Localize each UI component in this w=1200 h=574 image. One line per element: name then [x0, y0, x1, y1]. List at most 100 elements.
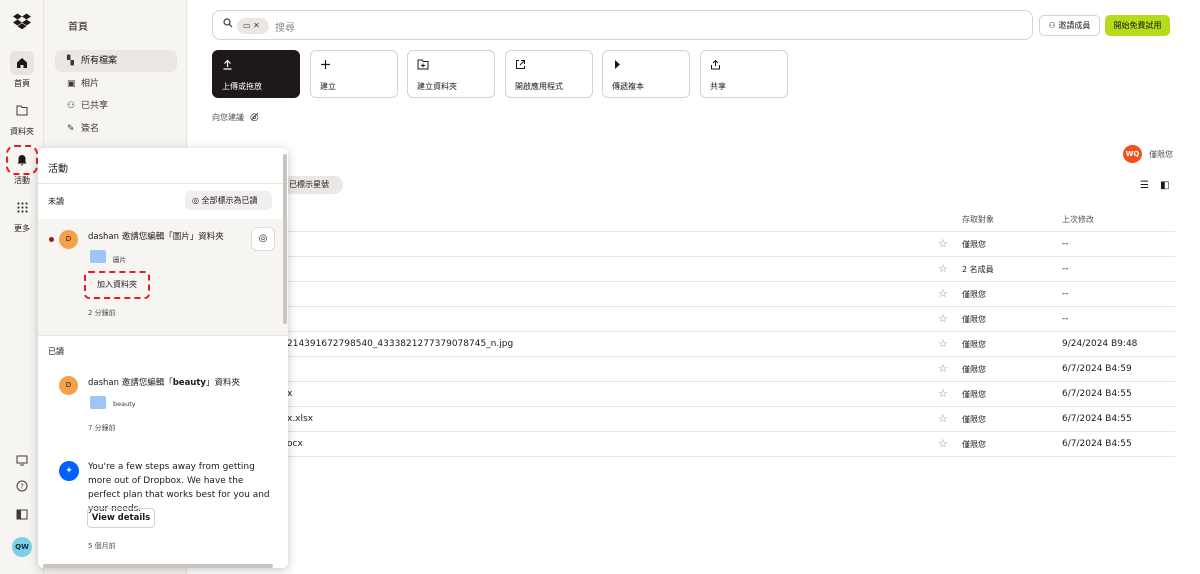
access-value: 2 名成員: [962, 265, 994, 274]
share-button[interactable]: 共享: [700, 50, 788, 98]
action-label: 建立: [320, 82, 336, 91]
transfer-icon: [612, 59, 623, 73]
table-row[interactable]: ☆ 僅限您 6/7/2024 B4:59: [287, 356, 1175, 381]
modified-value: --: [1062, 239, 1069, 249]
nav-item-all-files[interactable]: ▚ 所有檔案: [55, 50, 177, 72]
list-view-icon[interactable]: ☰: [1140, 180, 1149, 191]
starred-filter[interactable]: 已標示星號: [281, 176, 343, 194]
star-icon[interactable]: ☆: [938, 237, 948, 250]
svg-text:?: ?: [20, 483, 24, 491]
nav-item-shared[interactable]: ⚇ 已共享: [55, 95, 177, 117]
star-icon[interactable]: ☆: [938, 362, 948, 375]
start-trial-button[interactable]: 開始免費試用: [1105, 15, 1170, 36]
access-value: 僅限您: [962, 415, 986, 424]
rail-label: 資料夾: [10, 127, 34, 136]
help-icon[interactable]: ?: [13, 479, 31, 497]
transfer-button[interactable]: 傳遞複本: [602, 50, 690, 98]
create-button[interactable]: 建立: [310, 50, 398, 98]
dropbox-logo-icon[interactable]: [13, 12, 31, 30]
add-folder-button[interactable]: 加入資料夾: [84, 271, 150, 299]
rail-item-folders[interactable]: 資料夾: [0, 99, 44, 137]
table-row[interactable]: ocx ☆ 僅限您 6/7/2024 B4:55: [287, 431, 1175, 456]
star-icon[interactable]: ☆: [938, 262, 948, 275]
folder-name[interactable]: beauty: [113, 400, 136, 408]
person-add-icon: ⚇: [1048, 21, 1056, 30]
user-avatar[interactable]: QW: [12, 537, 32, 557]
nav-item-photos[interactable]: ▣ 相片: [55, 73, 177, 95]
folder-name[interactable]: 圖片: [113, 254, 126, 264]
folder-filter-chip[interactable]: ▭ ✕: [237, 18, 269, 34]
open-app-icon: [515, 59, 526, 73]
nav-item-label: 相片: [81, 79, 100, 89]
panel-toggle-icon[interactable]: [13, 507, 31, 525]
table-row[interactable]: ☆ 2 名成員 --: [287, 256, 1175, 281]
activity-panel: 活動 未讀 ◎ 全部標示為已讀 D dashan 邀請您編輯「圖片」資料夾 圖片…: [38, 148, 288, 568]
panel-title: 活動: [48, 164, 68, 175]
column-access[interactable]: 存取對象: [962, 214, 994, 225]
table-divider: [287, 456, 1175, 457]
close-icon[interactable]: ✕: [253, 21, 260, 30]
star-icon[interactable]: ☆: [938, 287, 948, 300]
mark-all-read-button[interactable]: ◎ 全部標示為已讀: [185, 191, 272, 210]
text-bold: beauty: [172, 378, 206, 388]
table-row[interactable]: ☆ 僅限您 --: [287, 281, 1175, 306]
owner-avatar[interactable]: WQ: [1123, 145, 1142, 163]
file-name: ocx: [287, 439, 303, 449]
modified-value: 6/7/2024 B4:59: [1062, 364, 1132, 374]
modified-value: 6/7/2024 B4:55: [1062, 439, 1132, 449]
star-icon[interactable]: ☆: [938, 312, 948, 325]
view-details-button[interactable]: View details: [87, 508, 155, 528]
monitor-icon[interactable]: [13, 453, 31, 471]
star-icon[interactable]: ☆: [938, 337, 948, 350]
nav-item-signatures[interactable]: ✎ 簽名: [55, 118, 177, 140]
invite-members-button[interactable]: ⚇ 邀請成員: [1039, 15, 1100, 36]
access-value: 僅限您: [962, 315, 986, 324]
table-row[interactable]: ☆ 僅限您 --: [287, 306, 1175, 331]
rail-item-home[interactable]: 首頁: [0, 51, 44, 89]
horizontal-scrollbar[interactable]: [43, 564, 273, 568]
nav-item-label: 已共享: [81, 101, 109, 111]
column-modified[interactable]: 上次修改: [1062, 214, 1094, 225]
mark-read-button[interactable]: ◎: [251, 227, 275, 251]
modified-value: 6/7/2024 B4:55: [1062, 414, 1132, 424]
create-folder-button[interactable]: 建立資料夾: [407, 50, 495, 98]
upload-icon: [222, 59, 233, 73]
star-icon[interactable]: ☆: [938, 387, 948, 400]
star-icon[interactable]: ☆: [938, 437, 948, 450]
access-value: 僅限您: [962, 390, 986, 399]
folder-icon: [90, 250, 106, 263]
upload-button[interactable]: 上傳或拖放: [212, 50, 300, 98]
modified-value: --: [1062, 289, 1069, 299]
home-icon: [10, 51, 34, 75]
info-panel-icon[interactable]: ◧: [1160, 180, 1169, 191]
new-folder-icon: [417, 59, 429, 73]
invite-label: 邀請成員: [1058, 21, 1091, 30]
table-row[interactable]: ☆ 僅限您 --: [287, 231, 1175, 256]
avatar: D: [59, 376, 78, 395]
modified-value: 6/7/2024 B4:55: [1062, 389, 1132, 399]
search-bar[interactable]: ▭ ✕ 搜尋: [212, 10, 1033, 40]
table-row[interactable]: x ☆ 僅限您 6/7/2024 B4:55: [287, 381, 1175, 406]
grid-icon: [10, 196, 34, 220]
action-label: 建立資料夾: [417, 82, 457, 91]
open-app-button[interactable]: 開啟應用程式: [505, 50, 593, 98]
divider: [38, 335, 288, 336]
shared-icon: ⚇: [67, 101, 76, 111]
photo-icon: ▣: [67, 79, 76, 89]
owner-name: 僅限您: [1149, 150, 1173, 159]
table-row[interactable]: x.xlsx ☆ 僅限您 6/7/2024 B4:55: [287, 406, 1175, 431]
folder-icon: [90, 396, 106, 409]
nav-item-label: 簽名: [81, 124, 100, 134]
table-row[interactable]: 2143916727985​40_4333821277379078745_n.j…: [287, 331, 1175, 356]
files-icon: ▚: [67, 56, 74, 66]
eye-off-icon[interactable]: ◎̸: [250, 112, 259, 123]
action-label: 傳遞複本: [612, 82, 644, 91]
vertical-scrollbar[interactable]: [283, 154, 287, 324]
search-input[interactable]: 搜尋: [275, 19, 295, 34]
access-value: 僅限您: [962, 240, 986, 249]
read-label: 已讀: [48, 347, 64, 356]
dropbox-icon: ✦: [59, 461, 79, 481]
suggestions-toggle[interactable]: 向您建議 ◎̸: [212, 112, 259, 123]
star-icon[interactable]: ☆: [938, 412, 948, 425]
access-value: 僅限您: [962, 340, 986, 349]
